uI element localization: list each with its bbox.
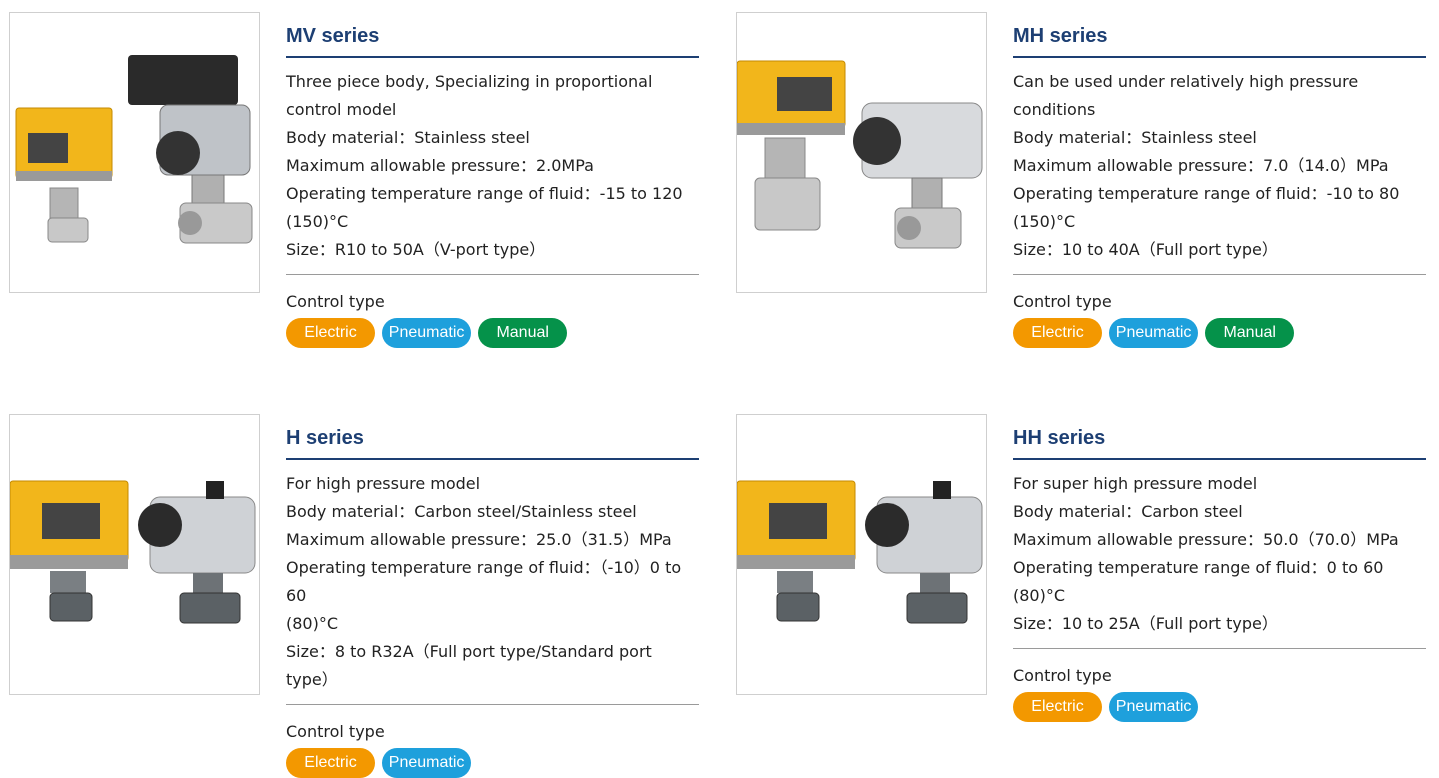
- product-image[interactable]: [736, 12, 987, 293]
- spec-line: Size：10 to 40A（Full port type）: [1013, 240, 1278, 259]
- electric-badge[interactable]: Electric: [1013, 318, 1102, 348]
- spec-line: Body material：Carbon steel: [1013, 502, 1243, 521]
- product-info: HH series For super high pressure model …: [1013, 414, 1426, 722]
- valve-actuator-icon: [10, 480, 256, 624]
- pneumatic-badge[interactable]: Pneumatic: [382, 318, 472, 348]
- electric-badge[interactable]: Electric: [1013, 692, 1102, 722]
- product-image[interactable]: [9, 12, 260, 293]
- product-card-mh: MH series Can be used under relatively h…: [736, 12, 1436, 352]
- spec-line: (80)°C: [286, 614, 339, 633]
- manual-badge[interactable]: Manual: [478, 318, 568, 348]
- product-title[interactable]: MV series: [286, 19, 699, 58]
- spec-line: Size：R10 to 50A（V-port type）: [286, 240, 546, 259]
- control-type-badges: Electric Pneumatic Manual: [286, 318, 699, 348]
- product-description: For super high pressure model Body mater…: [1013, 470, 1426, 649]
- product-card-mv: MV series Three piece body, Specializing…: [9, 12, 709, 352]
- product-title[interactable]: HH series: [1013, 421, 1426, 460]
- product-image[interactable]: [736, 414, 987, 695]
- spec-line: Size：8 to R32A（Full port type/Standard p…: [286, 642, 652, 689]
- spec-line: control model: [286, 100, 397, 119]
- pneumatic-badge[interactable]: Pneumatic: [1109, 318, 1199, 348]
- product-card-hh: HH series For super high pressure model …: [736, 414, 1436, 754]
- control-type-label: Control type: [1013, 292, 1112, 311]
- valve-actuator-icon: [737, 60, 983, 249]
- spec-line: (150)°C: [1013, 212, 1076, 231]
- spec-line: Body material：Stainless steel: [1013, 128, 1257, 147]
- control-type-badges: Electric Pneumatic: [1013, 692, 1426, 722]
- pneumatic-badge[interactable]: Pneumatic: [1109, 692, 1199, 722]
- spec-line: Operating temperature range of fluid：0 t…: [1013, 558, 1384, 577]
- spec-line: (80)°C: [1013, 586, 1066, 605]
- product-info: H series For high pressure model Body ma…: [286, 414, 699, 778]
- spec-line: Maximum allowable pressure：2.0MPa: [286, 156, 594, 175]
- product-info: MH series Can be used under relatively h…: [1013, 12, 1426, 348]
- product-title[interactable]: H series: [286, 421, 699, 460]
- spec-line: Maximum allowable pressure：7.0（14.0）MPa: [1013, 156, 1389, 175]
- spec-line: Body material：Carbon steel/Stainless ste…: [286, 502, 637, 521]
- manual-badge[interactable]: Manual: [1205, 318, 1295, 348]
- spec-line: (150)°C: [286, 212, 349, 231]
- spec-line: For high pressure model: [286, 474, 481, 493]
- spec-line: Can be used under relatively high pressu…: [1013, 72, 1359, 91]
- spec-line: Operating temperature range of fluid：-10…: [1013, 184, 1400, 203]
- valve-actuator-icon: [737, 480, 983, 624]
- product-info: MV series Three piece body, Specializing…: [286, 12, 699, 348]
- valve-actuator-icon: [15, 55, 253, 244]
- control-type-badges: Electric Pneumatic Manual: [1013, 318, 1426, 348]
- spec-line: Three piece body, Specializing in propor…: [286, 72, 653, 91]
- spec-line: Body material：Stainless steel: [286, 128, 530, 147]
- spec-line: Size：10 to 25A（Full port type）: [1013, 614, 1278, 633]
- spec-line: Maximum allowable pressure：25.0（31.5）MPa: [286, 530, 672, 549]
- electric-badge[interactable]: Electric: [286, 318, 375, 348]
- product-description: Can be used under relatively high pressu…: [1013, 68, 1426, 275]
- product-title[interactable]: MH series: [1013, 19, 1426, 58]
- spec-line: Operating temperature range of fluid：-15…: [286, 184, 683, 203]
- spec-line: For super high pressure model: [1013, 474, 1258, 493]
- spec-line: Operating temperature range of fluid：（-1…: [286, 558, 682, 605]
- spec-line: conditions: [1013, 100, 1096, 119]
- control-type-label: Control type: [286, 292, 385, 311]
- control-type-label: Control type: [286, 722, 385, 741]
- product-image[interactable]: [9, 414, 260, 695]
- product-description: Three piece body, Specializing in propor…: [286, 68, 699, 275]
- product-description: For high pressure model Body material：Ca…: [286, 470, 699, 705]
- spec-line: Maximum allowable pressure：50.0（70.0）MPa: [1013, 530, 1399, 549]
- product-card-h: H series For high pressure model Body ma…: [9, 414, 709, 778]
- control-type-label: Control type: [1013, 666, 1112, 685]
